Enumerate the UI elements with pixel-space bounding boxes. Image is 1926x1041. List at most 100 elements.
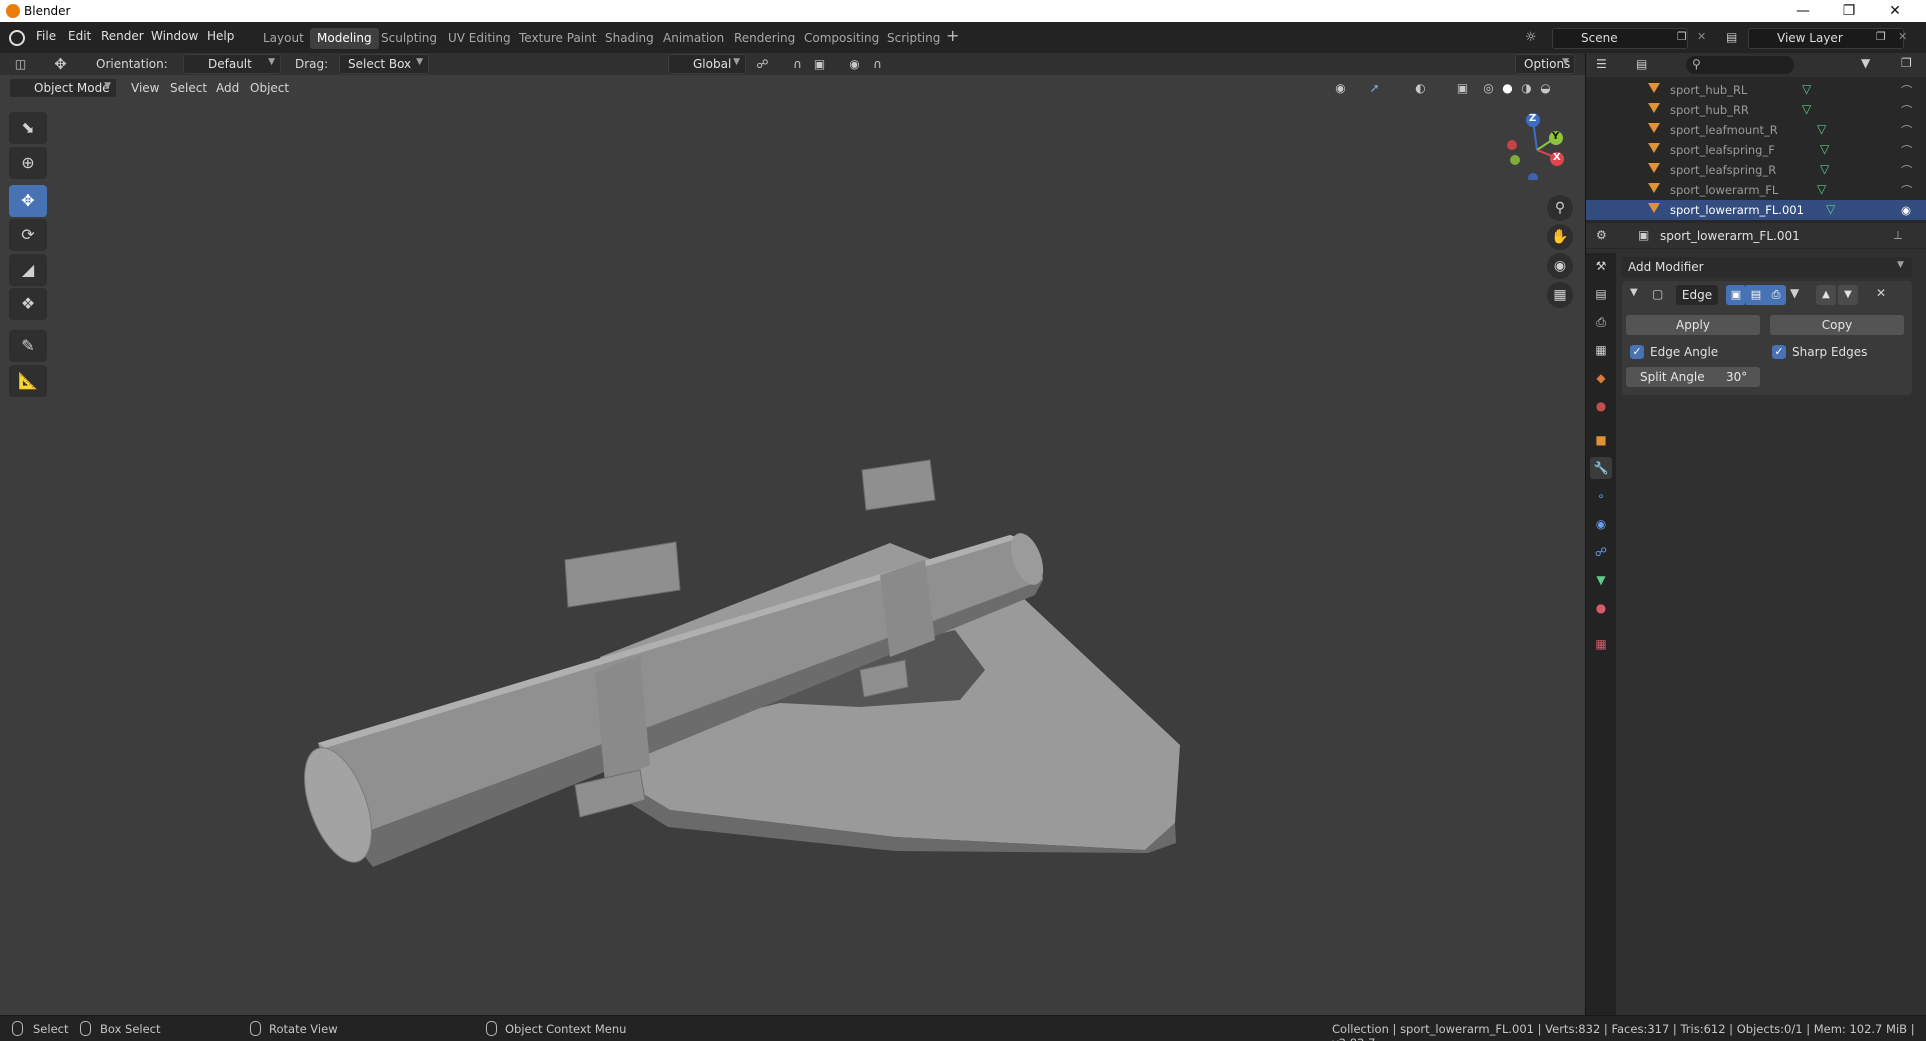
add-modifier-dropdown[interactable]: Add Modifier ▼ xyxy=(1622,257,1912,277)
visibility-eye-icon[interactable]: ⌒ xyxy=(1901,123,1913,139)
proportional-edit-icon[interactable]: ◉ xyxy=(846,56,863,72)
edit-mode-toggle-icon[interactable]: ▣ xyxy=(1726,285,1746,305)
editor-type-icon[interactable]: ◫ xyxy=(12,56,29,72)
mesh-data-icon[interactable]: ▽ xyxy=(1817,122,1826,136)
texture-tab-icon[interactable]: ▦ xyxy=(1590,633,1612,655)
move-up-icon[interactable]: ▲ xyxy=(1816,285,1836,305)
close-window-button[interactable]: ✕ xyxy=(1872,0,1918,22)
visibility-eye-icon[interactable]: ⌒ xyxy=(1901,103,1913,119)
object-tab-icon[interactable]: ■ xyxy=(1590,429,1612,451)
menu-render[interactable]: Render xyxy=(101,29,144,43)
mesh-data-icon[interactable]: ▽ xyxy=(1802,82,1811,96)
drag-dropdown[interactable]: Select Box ▼ xyxy=(339,54,429,74)
visibility-eye-icon[interactable]: ⌒ xyxy=(1901,183,1913,199)
transform-orientation-dropdown[interactable]: Global ▼ xyxy=(668,54,746,74)
outliner-row[interactable]: sport_leafspring_R ▽ ⌒ xyxy=(1586,160,1926,180)
menu-file[interactable]: File xyxy=(36,29,56,43)
visibility-eye-icon[interactable]: ⌒ xyxy=(1901,83,1913,99)
outliner-row[interactable]: sport_leafmount_R ▽ ⌒ xyxy=(1586,120,1926,140)
scene-tab-icon[interactable]: ◆ xyxy=(1590,367,1612,389)
scene-copy-icon[interactable]: ❐ xyxy=(1677,30,1687,43)
render-tab-icon[interactable]: ▤ xyxy=(1590,283,1612,305)
mesh-data-icon[interactable]: ▽ xyxy=(1820,142,1829,156)
restore-button[interactable]: ❐ xyxy=(1826,0,1872,22)
outliner-search-input[interactable]: ⚲ xyxy=(1686,56,1794,74)
visibility-eye-icon[interactable]: ⌒ xyxy=(1901,163,1913,179)
menu-help[interactable]: Help xyxy=(207,29,234,43)
outliner-row[interactable]: sport_hub_RL ▽ ⌒ xyxy=(1586,80,1926,100)
properties-editor-icon[interactable]: ⚙ xyxy=(1596,228,1607,242)
edge-split-modifier-panel: ▼ ▢ Edge ▣ ▤ ⎙ ▼ ▲ ▼ ✕ Apply Copy ✓ Edge… xyxy=(1622,281,1912,395)
falloff-icon[interactable]: ∩ xyxy=(869,56,886,72)
properties-header: ⚙ ▣ sport_lowerarm_FL.001 ⟂ xyxy=(1586,223,1926,249)
orientation-dropdown[interactable]: Default ▼ xyxy=(183,54,281,74)
display-mode-icon[interactable]: ☰ xyxy=(1596,57,1607,71)
scene-icon[interactable]: ☼ xyxy=(1525,30,1537,45)
lower-control-arm-model[interactable] xyxy=(0,75,1585,1015)
move-tool-icon[interactable]: ✥ xyxy=(52,56,69,72)
tab-uv-editing[interactable]: UV Editing xyxy=(441,28,518,49)
tab-rendering[interactable]: Rendering xyxy=(727,28,802,49)
split-angle-slider[interactable]: Split Angle 30° xyxy=(1626,367,1760,387)
mesh-data-icon[interactable]: ▽ xyxy=(1802,102,1811,116)
modifier-tab-icon[interactable]: 🔧 xyxy=(1590,457,1612,479)
visibility-eye-icon[interactable]: ⌒ xyxy=(1901,143,1913,159)
data-tab-icon[interactable]: ▼ xyxy=(1590,569,1612,591)
world-tab-icon[interactable]: ● xyxy=(1590,395,1612,417)
apply-button[interactable]: Apply xyxy=(1626,315,1760,335)
outliner-row[interactable]: sport_lowerarm_FL ▽ ⌒ xyxy=(1586,180,1926,200)
outliner-filter-type-icon[interactable]: ▤ xyxy=(1636,57,1647,71)
snap-target-icon[interactable]: ▣ xyxy=(811,56,828,72)
output-tab-icon[interactable]: ⎙ xyxy=(1590,311,1612,333)
tab-layout[interactable]: Layout xyxy=(256,28,311,49)
modifier-name-field[interactable]: Edge xyxy=(1676,285,1718,305)
physics-tab-icon[interactable]: ◉ xyxy=(1590,513,1612,535)
scene-selector[interactable]: Scene xyxy=(1552,28,1688,49)
move-down-icon[interactable]: ▼ xyxy=(1838,285,1858,305)
menu-edit[interactable]: Edit xyxy=(68,29,91,43)
tab-compositing[interactable]: Compositing xyxy=(797,28,886,49)
view-layer-remove-icon[interactable]: ✕ xyxy=(1898,30,1907,43)
copy-button[interactable]: Copy xyxy=(1770,315,1904,335)
material-tab-icon[interactable]: ● xyxy=(1590,597,1612,619)
tab-texture-paint[interactable]: Texture Paint xyxy=(512,28,603,49)
3d-viewport[interactable]: Object Mode ▼ View Select Add Object ◉ ➚… xyxy=(0,75,1585,1015)
outliner-row[interactable]: sport_leafspring_F ▽ ⌒ xyxy=(1586,140,1926,160)
tab-animation[interactable]: Animation xyxy=(656,28,731,49)
outliner-row[interactable]: sport_lowerarm_FL.001 ▽ ◉ xyxy=(1586,200,1926,220)
filter-icon[interactable]: ▼ xyxy=(1861,56,1870,70)
view-layer-tab-icon[interactable]: ▦ xyxy=(1590,339,1612,361)
mesh-data-icon[interactable]: ▽ xyxy=(1820,162,1829,176)
mesh-object-icon xyxy=(1648,183,1660,193)
view-layer-copy-icon[interactable]: ❐ xyxy=(1876,30,1886,43)
edge-angle-checkbox[interactable]: ✓ xyxy=(1630,345,1644,359)
tab-shading[interactable]: Shading xyxy=(598,28,661,49)
pin-icon[interactable]: ⟂ xyxy=(1894,228,1902,243)
constraints-tab-icon[interactable]: ☍ xyxy=(1590,541,1612,563)
menu-window[interactable]: Window xyxy=(151,29,198,43)
tool-tab-icon[interactable]: ⚒ xyxy=(1590,255,1612,277)
remove-modifier-icon[interactable]: ✕ xyxy=(1876,286,1886,300)
viewport-display-toggle-icon[interactable]: ▤ xyxy=(1746,285,1766,305)
minimize-button[interactable]: — xyxy=(1780,0,1826,22)
render-toggle-icon[interactable]: ⎙ xyxy=(1766,285,1786,305)
tab-scripting[interactable]: Scripting xyxy=(880,28,947,49)
view-layer-icon[interactable]: ▤ xyxy=(1726,30,1737,44)
add-workspace-icon[interactable]: + xyxy=(946,26,959,45)
snap-icon[interactable]: ∩ xyxy=(789,56,806,72)
scene-remove-icon[interactable]: ✕ xyxy=(1697,30,1706,43)
sharp-edges-checkbox[interactable]: ✓ xyxy=(1772,345,1786,359)
mesh-data-icon[interactable]: ▽ xyxy=(1817,182,1826,196)
visibility-eye-icon[interactable]: ◉ xyxy=(1901,203,1911,217)
options-dropdown[interactable]: Options ▼ xyxy=(1515,54,1575,74)
blender-menu-icon[interactable] xyxy=(9,30,25,46)
tab-modeling[interactable]: Modeling xyxy=(310,28,379,49)
new-collection-icon[interactable]: ❐ xyxy=(1901,56,1912,70)
mesh-data-icon[interactable]: ▽ xyxy=(1826,202,1835,216)
collapse-arrow-icon[interactable]: ▼ xyxy=(1630,287,1638,298)
pivot-point-icon[interactable]: ☍ xyxy=(754,56,771,72)
particles-tab-icon[interactable]: ∘ xyxy=(1590,485,1612,507)
tab-sculpting[interactable]: Sculpting xyxy=(374,28,444,49)
outliner-row[interactable]: sport_hub_RR ▽ ⌒ xyxy=(1586,100,1926,120)
on-cage-toggle-icon[interactable]: ▼ xyxy=(1790,286,1799,300)
